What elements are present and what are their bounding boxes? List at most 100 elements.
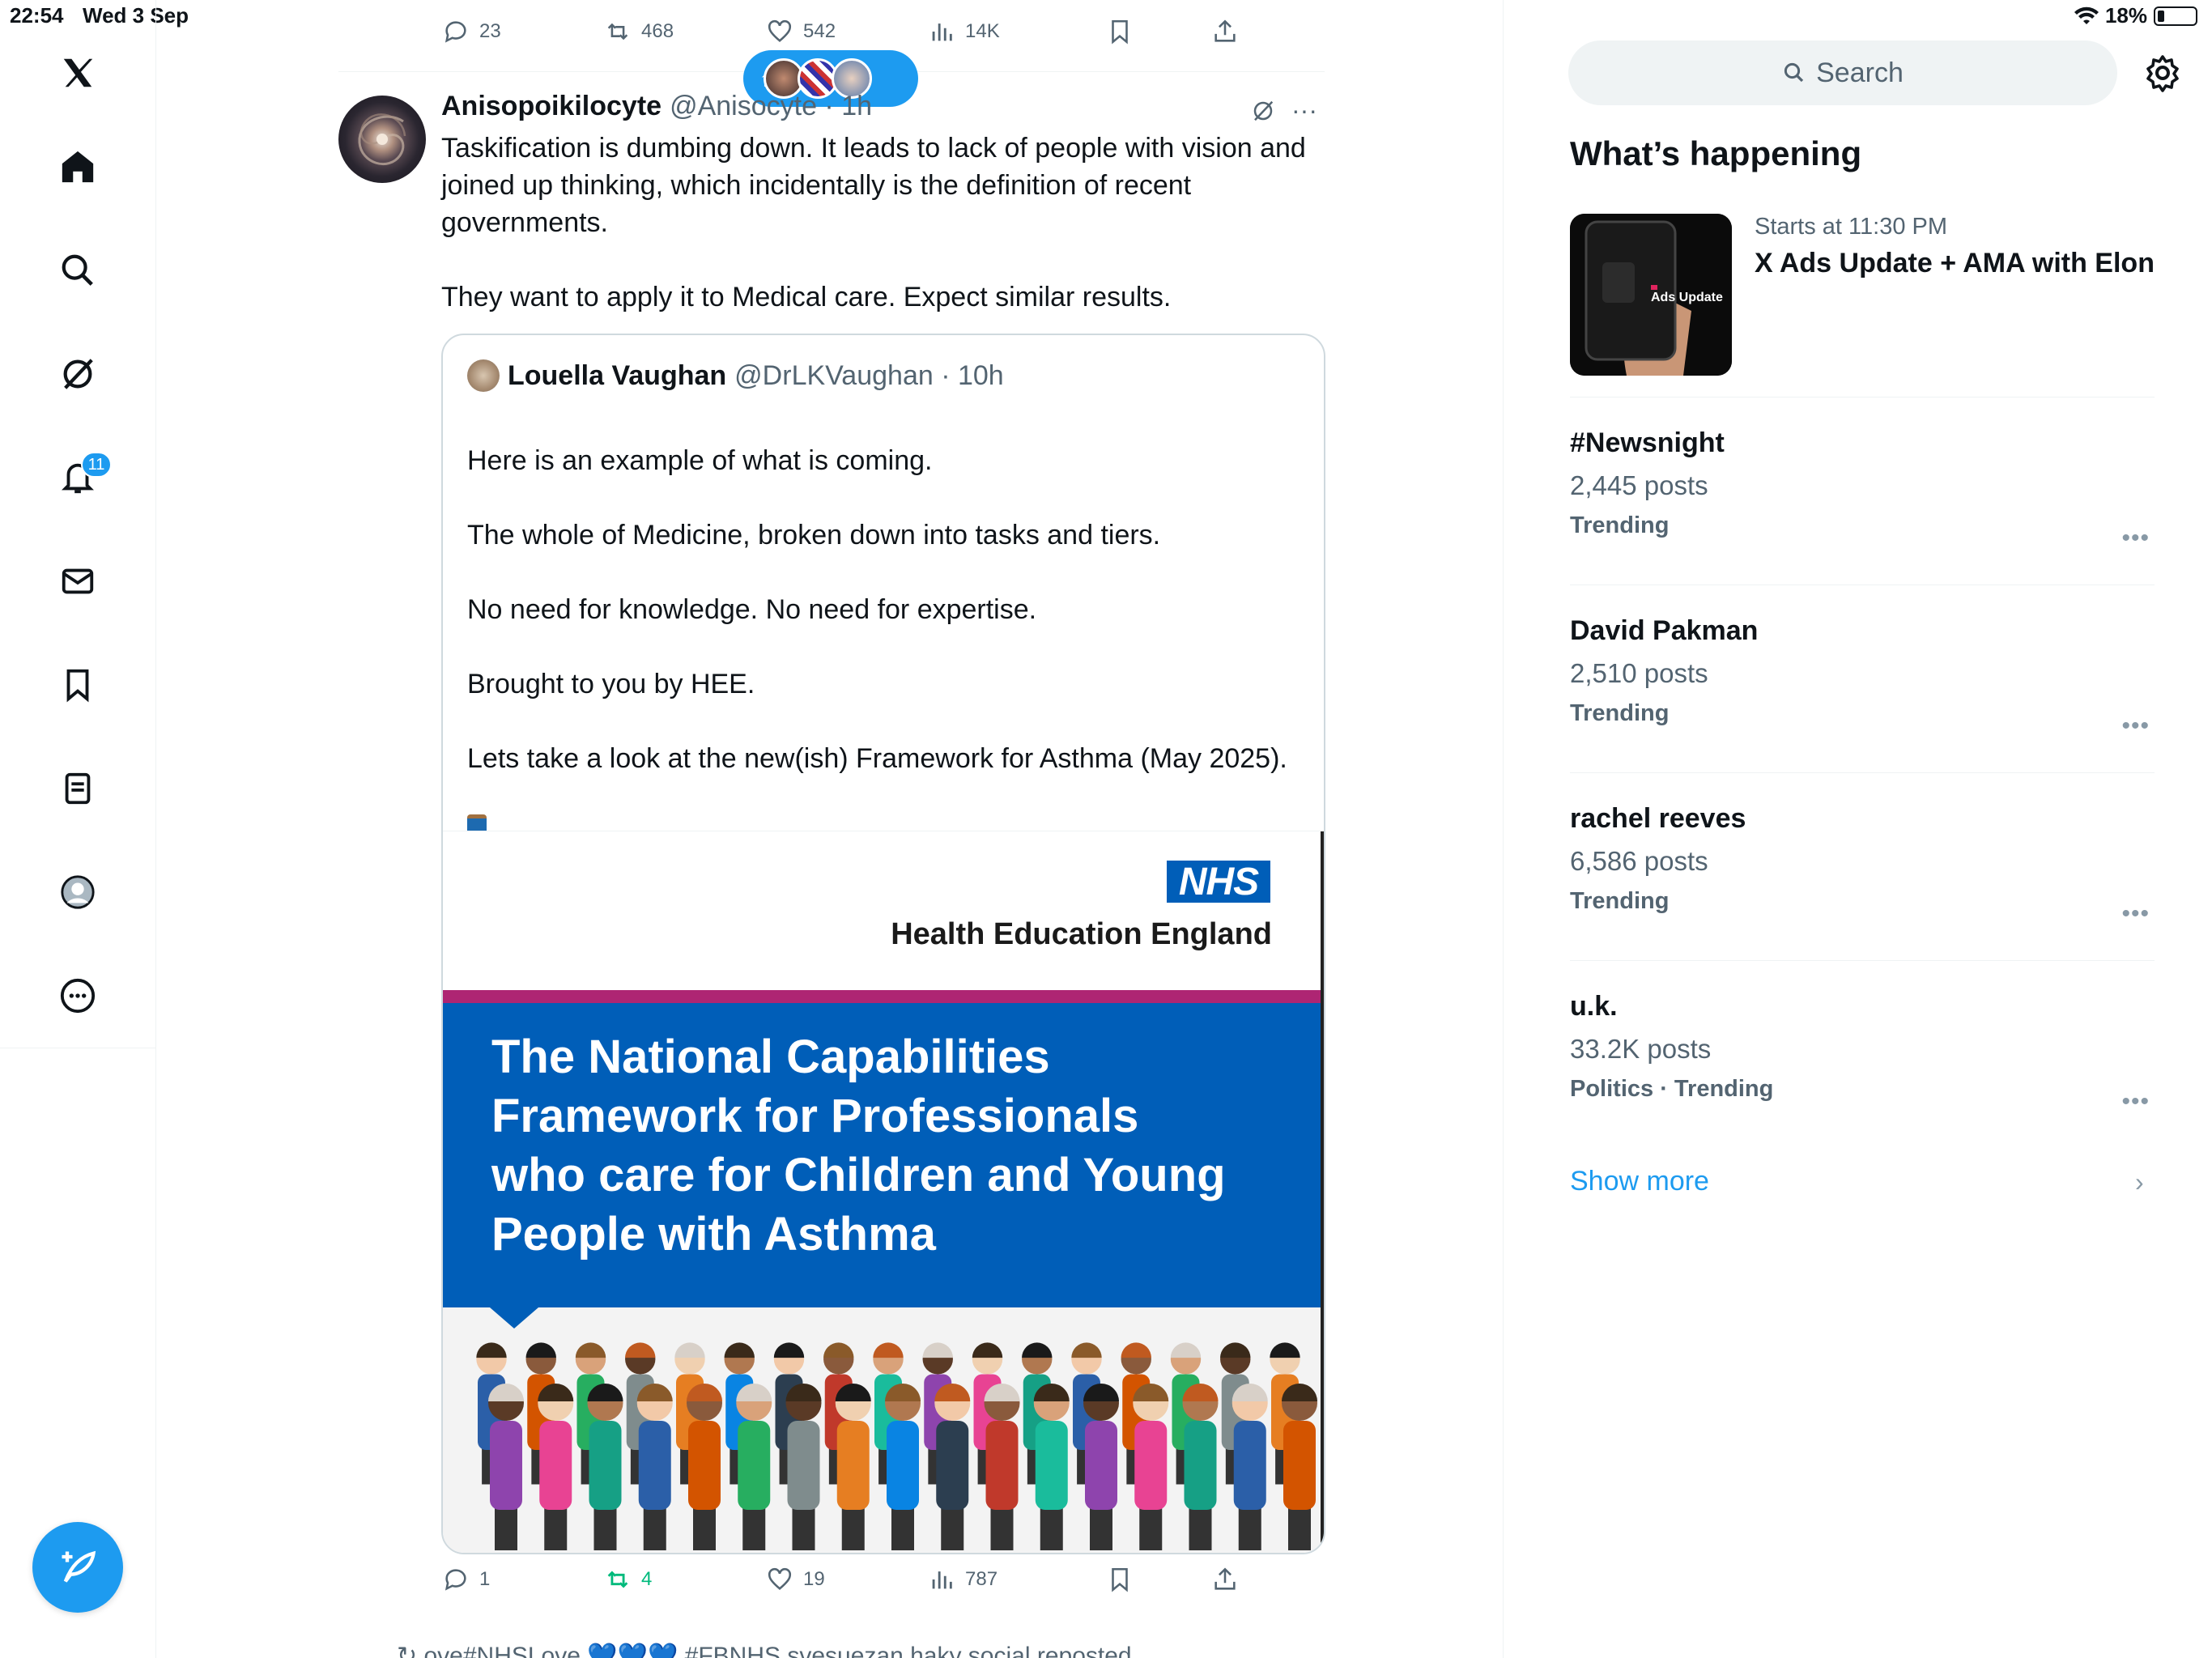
share-button[interactable] [1211, 18, 1239, 45]
whats-happening-heading: What’s happening [1570, 134, 1862, 172]
more-icon[interactable] [53, 971, 102, 1020]
bookmarks-icon[interactable] [53, 661, 102, 709]
repost-count: 468 [641, 20, 674, 42]
reply-button[interactable]: 23 [442, 18, 501, 45]
framework-title: The National Capabilities Framework for … [491, 1031, 1226, 1261]
profile-avatar-icon[interactable] [53, 868, 102, 916]
author-avatar[interactable] [338, 96, 426, 183]
person-figure [1182, 1384, 1219, 1550]
person-figure [835, 1384, 871, 1550]
trend-item[interactable]: David Pakman 2,510 posts Trending ••• [1570, 615, 2155, 739]
trend-meta: Politics · Trending [1570, 1076, 1774, 1102]
views-chart-icon [932, 1571, 952, 1589]
person-figure [1282, 1384, 1317, 1550]
trend-item[interactable]: rachel reeves 6,586 posts Trending ••• [1570, 803, 2155, 927]
person-figure [885, 1384, 921, 1550]
trend-meta: Trending [1570, 512, 1670, 538]
trend-more-icon[interactable]: ••• [2121, 712, 2150, 740]
magenta-stripe [443, 990, 1321, 1003]
bookmark-button[interactable] [1106, 1566, 1134, 1593]
trend-name: rachel reeves [1570, 803, 1746, 834]
compose-feather-icon [62, 1550, 96, 1583]
reply-icon [445, 21, 466, 43]
more-options-icon[interactable]: ··· [1291, 96, 1317, 125]
views-button[interactable]: 14K [928, 18, 1000, 45]
reply-icon [445, 1569, 466, 1591]
quote-image[interactable]: NHS Health Education England The Nationa… [443, 831, 1324, 1553]
reply-count: 1 [479, 1568, 491, 1590]
right-sidebar: Search What’s happening Ads Update Start… [1503, 0, 2212, 1658]
event-title[interactable]: X Ads Update + AMA with Elon [1755, 248, 2155, 279]
quote-avatar [467, 359, 500, 392]
left-navigation: 11 [0, 0, 156, 1658]
trend-item[interactable]: u.k. 33.2K posts Politics · Trending ••• [1570, 991, 2155, 1115]
views-button[interactable]: 787 [928, 1566, 998, 1593]
person-figure [934, 1384, 971, 1550]
prev-tweet-actions: 23 468 542 14K [442, 11, 1252, 52]
hee-org-name: Health Education England [891, 917, 1272, 951]
person-figure [488, 1384, 524, 1550]
trend-meta: Trending [1570, 700, 1670, 726]
grok-icon[interactable] [1251, 99, 1275, 123]
settings-gear-icon[interactable] [2143, 53, 2182, 92]
notifications-badge: 11 [81, 452, 112, 478]
quote-author-handle: @DrLKVaughan · 10h [734, 359, 1004, 391]
trend-divider [1570, 960, 2155, 961]
author-name[interactable]: Anisopoikilocyte [441, 91, 661, 122]
person-figure [736, 1384, 772, 1550]
bookmark-button[interactable] [1106, 18, 1134, 45]
repost-button[interactable]: 4 [604, 1566, 652, 1593]
lists-icon[interactable] [53, 764, 102, 813]
trend-posts: 2,510 posts [1570, 658, 1708, 688]
person-figure [1133, 1384, 1169, 1550]
person-figure [687, 1384, 722, 1550]
event-thumbnail[interactable]: Ads Update [1570, 214, 1732, 376]
quoted-tweet[interactable]: Louella Vaughan @DrLKVaughan · 10h Here … [441, 334, 1325, 1554]
compose-post-button[interactable] [32, 1522, 123, 1613]
tweet-menu: ··· [1251, 96, 1317, 125]
person-figure [1231, 1384, 1268, 1550]
search-icon[interactable] [53, 246, 102, 295]
repost-button[interactable]: 468 [604, 18, 674, 45]
person-figure [1033, 1384, 1070, 1550]
author-handle[interactable]: @Anisocyte · 1h [670, 91, 872, 122]
grok-icon[interactable] [53, 350, 102, 398]
quote-author-name: Louella Vaughan [508, 359, 727, 391]
x-logo-icon[interactable] [53, 49, 102, 97]
person-figure [587, 1384, 623, 1550]
bookmark-icon [1112, 19, 1128, 45]
share-icon [1214, 1567, 1236, 1590]
home-icon[interactable] [53, 142, 102, 191]
reply-count: 23 [479, 20, 501, 42]
like-button[interactable]: 542 [766, 18, 836, 45]
share-button[interactable] [1211, 1566, 1239, 1593]
search-input[interactable]: Search [1568, 40, 2117, 105]
person-figure [984, 1384, 1020, 1550]
trend-posts: 33.2K posts [1570, 1034, 1712, 1064]
messages-icon[interactable] [53, 557, 102, 606]
galaxy-image [358, 113, 406, 165]
trend-name: David Pakman [1570, 615, 1759, 646]
trend-posts: 2,445 posts [1570, 470, 1708, 500]
views-count: 14K [965, 20, 1000, 42]
tweet-text: Taskification is dumbing down. It leads … [441, 133, 1306, 312]
search-placeholder: Search [1816, 57, 1904, 88]
show-more-link[interactable]: Show more [1570, 1166, 1709, 1197]
trend-item[interactable]: #Newsnight 2,445 posts Trending ••• [1570, 427, 2155, 551]
views-chart-icon [932, 23, 952, 41]
heart-icon [768, 19, 792, 43]
person-figure [636, 1384, 673, 1550]
trend-meta: Trending [1570, 888, 1670, 914]
trend-more-icon[interactable]: ••• [2121, 525, 2150, 552]
trend-more-icon[interactable]: ••• [2121, 1088, 2150, 1116]
trend-name: #Newsnight [1570, 427, 1725, 458]
group-of-people-illustration [476, 1342, 1317, 1550]
event-image-label: Ads Update [1651, 291, 1723, 304]
reply-button[interactable]: 1 [442, 1566, 490, 1593]
views-count: 787 [965, 1568, 998, 1590]
trend-more-icon[interactable]: ••• [2121, 900, 2150, 928]
like-button[interactable]: 19 [766, 1566, 825, 1593]
trend-divider [1570, 772, 2155, 773]
nhs-logo: NHS [1167, 861, 1270, 903]
person-figure [538, 1384, 574, 1550]
